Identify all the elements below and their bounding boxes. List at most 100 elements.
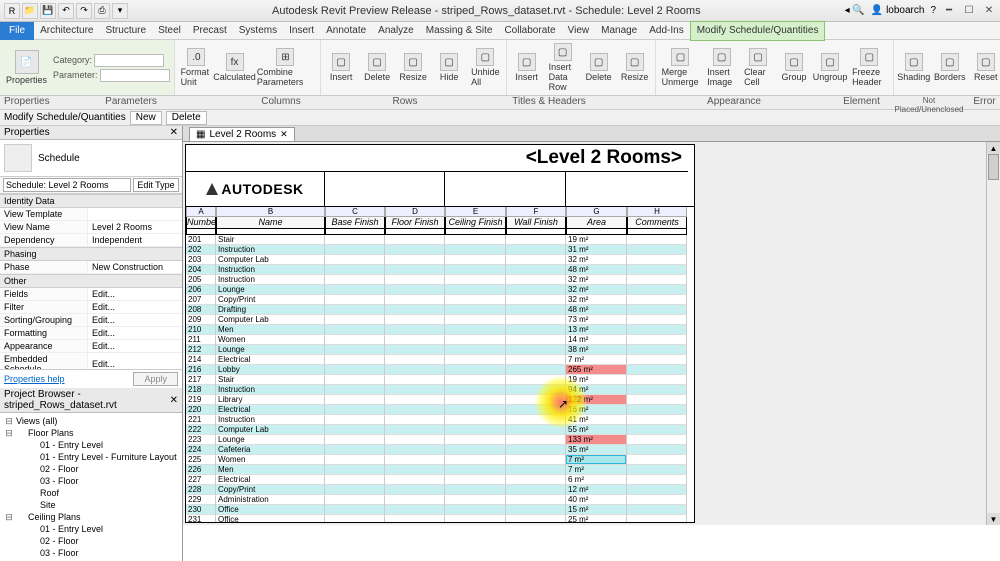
menu-file[interactable]: File bbox=[0, 22, 34, 40]
table-cell[interactable] bbox=[506, 305, 566, 315]
table-cell[interactable]: 38 m² bbox=[566, 345, 627, 355]
col-letter[interactable]: C bbox=[325, 207, 385, 217]
prop-value[interactable]: New Construction bbox=[88, 261, 182, 273]
table-row[interactable]: 214Electrical7 m² bbox=[186, 355, 694, 365]
table-cell[interactable] bbox=[325, 405, 385, 415]
table-cell[interactable] bbox=[445, 515, 506, 522]
table-cell[interactable]: 229 bbox=[186, 495, 216, 505]
table-cell[interactable]: 25 m² bbox=[566, 515, 627, 522]
prop-row[interactable]: PhaseNew Construction bbox=[0, 261, 182, 274]
table-cell[interactable]: 220 bbox=[186, 405, 216, 415]
table-cell[interactable]: Instruction bbox=[216, 275, 325, 285]
table-cell[interactable]: 231 bbox=[186, 515, 216, 522]
table-cell[interactable]: Lounge bbox=[216, 345, 325, 355]
table-cell[interactable]: 32 m² bbox=[566, 275, 627, 285]
table-cell[interactable] bbox=[385, 235, 445, 245]
help-icon[interactable]: ? bbox=[930, 5, 936, 16]
table-cell[interactable] bbox=[385, 385, 445, 395]
table-row[interactable]: 216Lobby265 m² bbox=[186, 365, 694, 375]
table-cell[interactable]: 40 m² bbox=[566, 495, 627, 505]
table-cell[interactable] bbox=[385, 255, 445, 265]
table-cell[interactable] bbox=[627, 485, 687, 495]
table-cell[interactable] bbox=[506, 395, 566, 405]
table-cell[interactable] bbox=[325, 435, 385, 445]
prop-row[interactable]: Embedded ScheduleEdit... bbox=[0, 353, 182, 369]
table-cell[interactable]: 228 bbox=[186, 485, 216, 495]
table-cell[interactable]: Men bbox=[216, 325, 325, 335]
prop-value[interactable] bbox=[88, 208, 182, 220]
prop-value[interactable]: Independent bbox=[88, 234, 182, 246]
col-header[interactable]: Floor Finish bbox=[385, 217, 445, 229]
table-cell[interactable] bbox=[445, 385, 506, 395]
table-cell[interactable] bbox=[445, 285, 506, 295]
table-cell[interactable]: 12 m² bbox=[566, 485, 627, 495]
col-delete-button[interactable]: ▢Delete bbox=[361, 52, 393, 83]
table-cell[interactable] bbox=[385, 475, 445, 485]
table-cell[interactable]: 214 bbox=[186, 355, 216, 365]
app-shading-button[interactable]: ▢Shading bbox=[898, 52, 930, 83]
table-cell[interactable] bbox=[506, 345, 566, 355]
table-row[interactable]: 212Lounge38 m² bbox=[186, 345, 694, 355]
table-cell[interactable] bbox=[385, 275, 445, 285]
table-cell[interactable]: 55 m² bbox=[566, 425, 627, 435]
table-cell[interactable]: 15 m² bbox=[566, 505, 627, 515]
tree-node[interactable]: Site bbox=[4, 499, 178, 511]
table-cell[interactable]: 203 bbox=[186, 255, 216, 265]
table-cell[interactable] bbox=[627, 385, 687, 395]
table-cell[interactable] bbox=[506, 515, 566, 522]
table-cell[interactable] bbox=[325, 265, 385, 275]
table-cell[interactable]: 218 bbox=[186, 385, 216, 395]
table-cell[interactable] bbox=[385, 485, 445, 495]
app-icon[interactable]: R bbox=[4, 3, 20, 19]
table-cell[interactable] bbox=[506, 385, 566, 395]
table-cell[interactable] bbox=[385, 405, 445, 415]
table-cell[interactable] bbox=[385, 335, 445, 345]
prop-row[interactable]: View Template bbox=[0, 208, 182, 221]
table-cell[interactable] bbox=[627, 275, 687, 285]
menu-modify-schedule-quantities[interactable]: Modify Schedule/Quantities bbox=[690, 21, 826, 41]
col-header[interactable]: Base Finish bbox=[325, 217, 385, 229]
properties-help-link[interactable]: Properties help bbox=[4, 374, 65, 384]
table-cell[interactable] bbox=[325, 395, 385, 405]
table-cell[interactable]: Stair bbox=[216, 375, 325, 385]
table-cell[interactable] bbox=[627, 265, 687, 275]
tree-node[interactable]: ⊟Ceiling Plans bbox=[4, 511, 178, 523]
table-cell[interactable]: 13 m² bbox=[566, 325, 627, 335]
table-cell[interactable] bbox=[445, 295, 506, 305]
search-icon[interactable]: ◂ 🔍 bbox=[845, 5, 865, 16]
col-header[interactable]: Wall Finish bbox=[506, 217, 566, 229]
table-cell[interactable] bbox=[627, 235, 687, 245]
table-cell[interactable] bbox=[385, 465, 445, 475]
tree-node[interactable]: 03 - Floor bbox=[4, 475, 178, 487]
table-row[interactable]: 222Computer Lab55 m² bbox=[186, 425, 694, 435]
schedule-body[interactable]: 201Stair19 m²202Instruction31 m²203Compu… bbox=[186, 235, 694, 522]
table-cell[interactable] bbox=[627, 345, 687, 355]
table-cell[interactable] bbox=[325, 255, 385, 265]
table-cell[interactable]: Women bbox=[216, 455, 325, 465]
minimize-icon[interactable]: ━ bbox=[942, 4, 956, 18]
table-row[interactable]: 229Administration40 m² bbox=[186, 495, 694, 505]
table-cell[interactable]: 16 m² bbox=[566, 405, 627, 415]
table-cell[interactable]: 122 m² bbox=[566, 395, 627, 405]
table-cell[interactable] bbox=[506, 485, 566, 495]
table-cell[interactable] bbox=[385, 375, 445, 385]
format-unit-button[interactable]: .0Format Unit bbox=[179, 47, 215, 88]
table-cell[interactable] bbox=[506, 355, 566, 365]
table-cell[interactable] bbox=[506, 335, 566, 345]
title-clear-cell-button[interactable]: ▢Clear Cell bbox=[742, 47, 774, 88]
col-letter[interactable]: D bbox=[385, 207, 445, 217]
table-cell[interactable]: 14 m² bbox=[566, 335, 627, 345]
table-cell[interactable]: 223 bbox=[186, 435, 216, 445]
table-cell[interactable] bbox=[627, 335, 687, 345]
table-cell[interactable]: 48 m² bbox=[566, 265, 627, 275]
table-cell[interactable]: 265 m² bbox=[566, 365, 627, 375]
table-cell[interactable] bbox=[445, 365, 506, 375]
table-cell[interactable] bbox=[325, 345, 385, 355]
table-row[interactable]: 219Library122 m² bbox=[186, 395, 694, 405]
table-cell[interactable]: Copy/Print bbox=[216, 295, 325, 305]
tree-node[interactable]: 01 - Entry Level - Furniture Layout bbox=[4, 451, 178, 463]
table-cell[interactable] bbox=[385, 345, 445, 355]
table-cell[interactable] bbox=[445, 455, 506, 465]
table-cell[interactable] bbox=[627, 465, 687, 475]
app-reset-button[interactable]: ▢Reset bbox=[970, 52, 1000, 83]
